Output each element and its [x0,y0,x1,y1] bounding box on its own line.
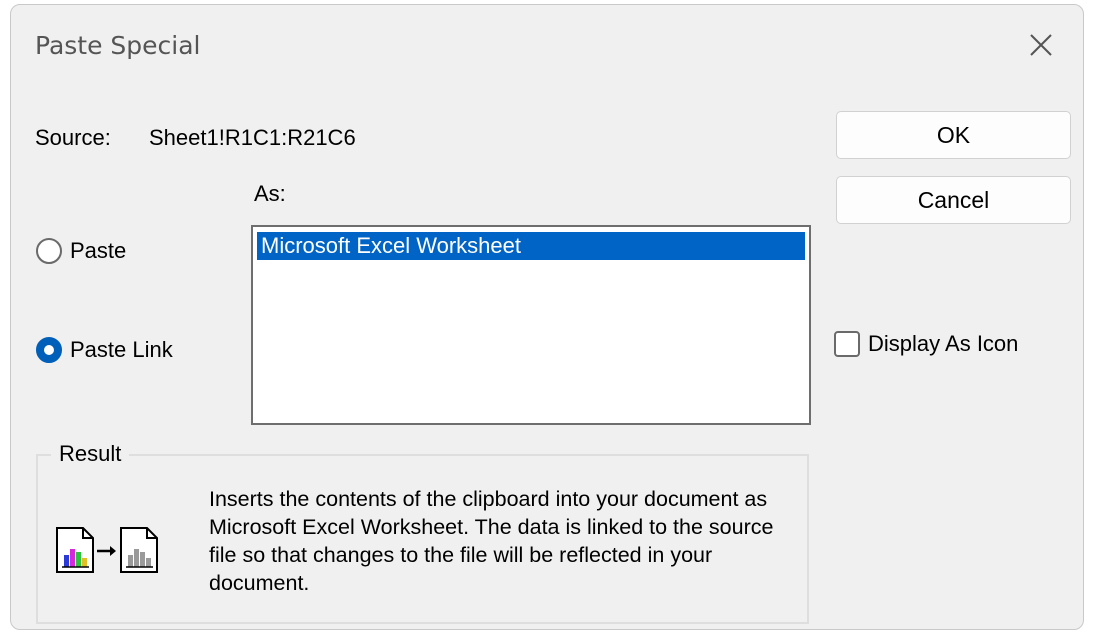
paste-special-dialog: Paste Special Source: Sheet1!R1C1:R21C6 … [10,4,1084,630]
as-label: As: [254,181,286,206]
paste-link-radio-label: Paste Link [70,337,173,362]
close-icon[interactable] [1021,25,1061,65]
paste-radio[interactable]: Paste [36,238,126,264]
display-as-icon-label: Display As Icon [868,331,1019,356]
source-label: Source: [35,125,111,150]
result-legend: Result [51,441,130,467]
display-as-icon-checkbox[interactable]: Display As Icon [834,331,1018,357]
ok-button[interactable]: OK [836,111,1071,159]
result-description: Inserts the contents of the clipboard in… [209,487,774,595]
paste-radio-circle[interactable] [36,238,62,264]
as-listbox[interactable]: Microsoft Excel Worksheet [251,225,811,425]
paste-radio-label: Paste [70,238,127,263]
paste-link-radio[interactable]: Paste Link [36,337,173,363]
paste-link-result-icon [53,525,183,580]
list-item-microsoft-excel-worksheet[interactable]: Microsoft Excel Worksheet [257,232,805,260]
dialog-title: Paste Special [35,31,201,60]
cancel-button[interactable]: Cancel [836,176,1071,224]
paste-link-radio-circle[interactable] [36,337,62,363]
source-value: Sheet1!R1C1:R21C6 [149,125,356,150]
display-as-icon-box[interactable] [834,331,860,357]
